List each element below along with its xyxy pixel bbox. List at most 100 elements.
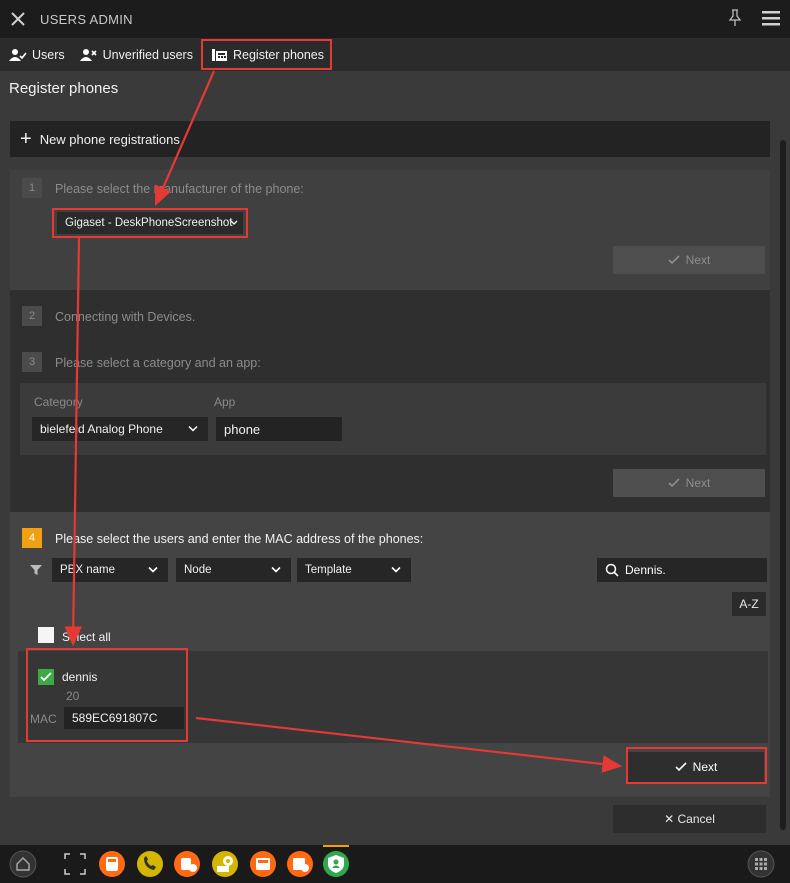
app-settings[interactable] — [210, 849, 240, 879]
user-checkbox[interactable] — [38, 669, 54, 685]
step1-next-button[interactable]: Next — [613, 246, 765, 274]
category-value: bielefeld Analog Phone — [40, 422, 163, 436]
chevron-down-icon — [230, 220, 238, 225]
node-filter-value: Node — [184, 564, 212, 576]
phone-app-icon — [287, 851, 313, 877]
user-x-icon — [79, 48, 97, 61]
category-label: Category — [34, 395, 83, 409]
hamburger-icon — [762, 11, 780, 26]
user-check-icon — [9, 48, 27, 61]
tab-users-label: Users — [32, 47, 65, 62]
chevron-down-icon — [188, 425, 198, 432]
app-phone-2[interactable] — [172, 849, 202, 879]
search-input[interactable]: Dennis. — [597, 558, 767, 582]
app-grid-icon — [747, 850, 775, 878]
users-admin-app-icon — [323, 851, 349, 877]
user-list: dennis 20 MAC 589EC691807C — [18, 651, 768, 743]
step4-next-label: Next — [692, 760, 718, 774]
step4-number: 4 — [22, 528, 42, 548]
app-grid-button[interactable] — [746, 849, 776, 879]
user-name: dennis — [62, 670, 98, 684]
sort-az-button[interactable]: A-Z — [732, 592, 766, 616]
settings-app-icon — [212, 851, 238, 877]
phonebook-app-icon — [137, 851, 163, 877]
home-button[interactable] — [8, 849, 38, 879]
pin-icon — [728, 9, 742, 26]
mac-label: MAC — [30, 712, 57, 726]
close-icon — [11, 12, 25, 26]
new-registration-header[interactable]: + New phone registrations — [10, 121, 770, 157]
mac-address-value: 589EC691807C — [72, 711, 158, 725]
step3-next-label: Next — [685, 476, 711, 490]
chevron-down-icon — [271, 566, 281, 573]
active-app-indicator — [323, 845, 349, 847]
phone-app-icon — [250, 851, 276, 877]
window-title: USERS ADMIN — [40, 11, 133, 27]
step2-3-section: 2 Connecting with Devices. 3 Please sele… — [10, 290, 770, 512]
app-input[interactable]: phone — [216, 417, 342, 441]
app-phone-1[interactable] — [97, 849, 127, 879]
filter-icon[interactable] — [30, 564, 42, 576]
app-phone-3[interactable] — [248, 849, 278, 879]
app-value: phone — [224, 421, 261, 437]
tab-register-phones[interactable]: Register phones — [200, 39, 333, 70]
step2-number: 2 — [22, 306, 42, 326]
app-phone-4[interactable] — [285, 849, 315, 879]
home-icon — [9, 850, 37, 878]
category-select[interactable]: bielefeld Analog Phone — [32, 417, 208, 441]
menu-button[interactable] — [760, 8, 782, 31]
fullscreen-button[interactable] — [60, 849, 90, 879]
chevron-down-icon — [148, 566, 158, 573]
cancel-button[interactable]: ✕ Cancel — [613, 805, 766, 833]
check-icon — [40, 672, 52, 682]
search-value: Dennis. — [625, 563, 666, 577]
manufacturer-value: Gigaset - DeskPhoneScreenshot — [65, 217, 233, 229]
app-label: App — [214, 395, 236, 409]
tab-bar: Users Unverified users Register phones — [0, 38, 790, 71]
step1-next-label: Next — [685, 253, 711, 267]
pbx-filter-select[interactable]: PBX name — [52, 558, 168, 582]
tab-users[interactable]: Users — [0, 38, 71, 71]
step3-next-button[interactable]: Next — [613, 469, 765, 497]
plus-icon: + — [20, 128, 32, 150]
step4-text: Please select the users and enter the MA… — [55, 532, 424, 546]
template-filter-value: Template — [305, 564, 352, 576]
step3-text: Please select a category and an app: — [55, 356, 261, 370]
step3-number: 3 — [22, 352, 42, 372]
page-title: Register phones — [9, 80, 119, 97]
phone-app-icon — [174, 851, 200, 877]
select-all-label: Select all — [62, 630, 111, 644]
tab-register-label: Register phones — [232, 47, 325, 62]
step1-text: Please select the manufacturer of the ph… — [55, 182, 304, 196]
manufacturer-select[interactable]: Gigaset - DeskPhoneScreenshot — [57, 212, 243, 234]
fullscreen-icon — [64, 853, 86, 875]
check-icon — [668, 255, 680, 265]
chevron-down-icon — [391, 566, 401, 573]
pbx-filter-value: PBX name — [60, 564, 115, 576]
taskbar — [0, 845, 790, 883]
title-bar: USERS ADMIN — [0, 0, 790, 38]
check-icon — [675, 762, 687, 772]
search-icon — [605, 563, 619, 577]
tab-unverified-users[interactable]: Unverified users — [71, 38, 199, 71]
step1-section: 1 Please select the manufacturer of the … — [10, 170, 770, 290]
step1-number: 1 — [22, 178, 42, 198]
tab-unverified-label: Unverified users — [102, 47, 193, 62]
app-phonebook[interactable] — [135, 849, 165, 879]
phone-app-icon — [99, 851, 125, 877]
mac-address-input[interactable]: 589EC691807C — [64, 707, 184, 729]
template-filter-select[interactable]: Template — [297, 558, 411, 582]
node-filter-select[interactable]: Node — [176, 558, 291, 582]
close-button[interactable] — [0, 0, 36, 38]
step4-section: 4 Please select the users and enter the … — [10, 512, 770, 797]
step4-next-button[interactable]: Next — [628, 752, 764, 782]
step2-text: Connecting with Devices. — [55, 310, 196, 324]
user-extension: 20 — [66, 689, 80, 703]
check-icon — [668, 478, 680, 488]
scrollbar[interactable] — [780, 140, 786, 830]
select-all-checkbox[interactable] — [38, 627, 54, 643]
app-users-admin[interactable] — [321, 849, 351, 879]
pin-button[interactable] — [728, 8, 742, 31]
phone-register-icon — [211, 48, 227, 61]
new-registration-label: New phone registrations — [39, 131, 180, 147]
